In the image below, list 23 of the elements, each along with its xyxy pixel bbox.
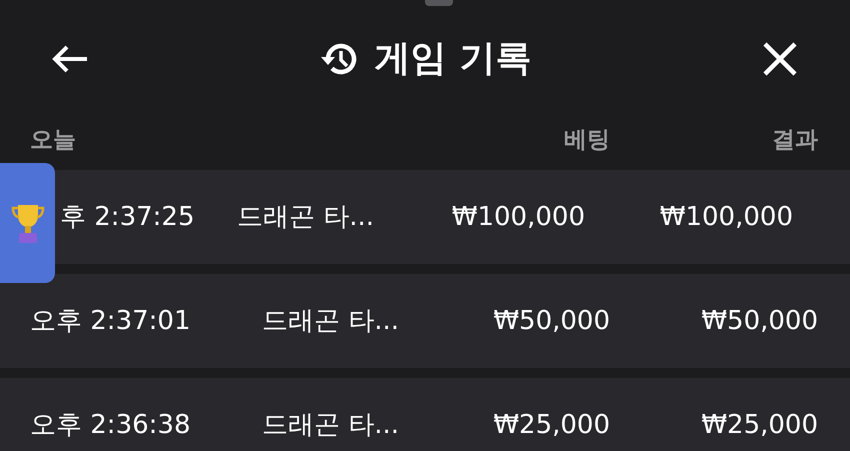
bet-cell-text: ₩50,000 xyxy=(492,304,610,338)
trophy-badge[interactable] xyxy=(0,163,55,283)
game-cell-text: 드래곤 타... xyxy=(237,200,376,234)
back-arrow-icon xyxy=(50,43,90,75)
time-cell: 오후 2:37:01 xyxy=(30,306,190,336)
history-row[interactable]: 후 2:37:25 드래곤 타... ₩100,000 ₩100,000 xyxy=(55,170,850,264)
drag-handle[interactable] xyxy=(425,0,453,6)
result-cell-text: ₩50,000 xyxy=(700,304,818,338)
close-icon xyxy=(762,41,798,77)
time-cell: 오후 2:36:38 xyxy=(30,410,190,440)
result-cell-text: ₩100,000 xyxy=(658,200,793,234)
window-title: 게임 기록 xyxy=(374,37,532,81)
time-cell: 후 2:37:25 xyxy=(60,202,194,232)
history-row[interactable]: 오후 2:36:38 드래곤 타... ₩25,000 ₩25,000 xyxy=(0,378,850,451)
history-row[interactable]: 오후 2:37:01 드래곤 타... ₩50,000 ₩50,000 xyxy=(0,274,850,368)
result-cell-text: ₩25,000 xyxy=(700,408,818,442)
bet-cell-text: ₩100,000 xyxy=(450,200,585,234)
column-header: 베팅 xyxy=(563,126,610,155)
game-cell-text: 드래곤 타... xyxy=(262,408,400,442)
game-cell-text: 드래곤 타... xyxy=(262,304,400,338)
bet-cell-text: ₩25,000 xyxy=(492,408,610,442)
column-header: 오늘 xyxy=(30,126,77,155)
column-header: 결과 xyxy=(771,126,818,155)
